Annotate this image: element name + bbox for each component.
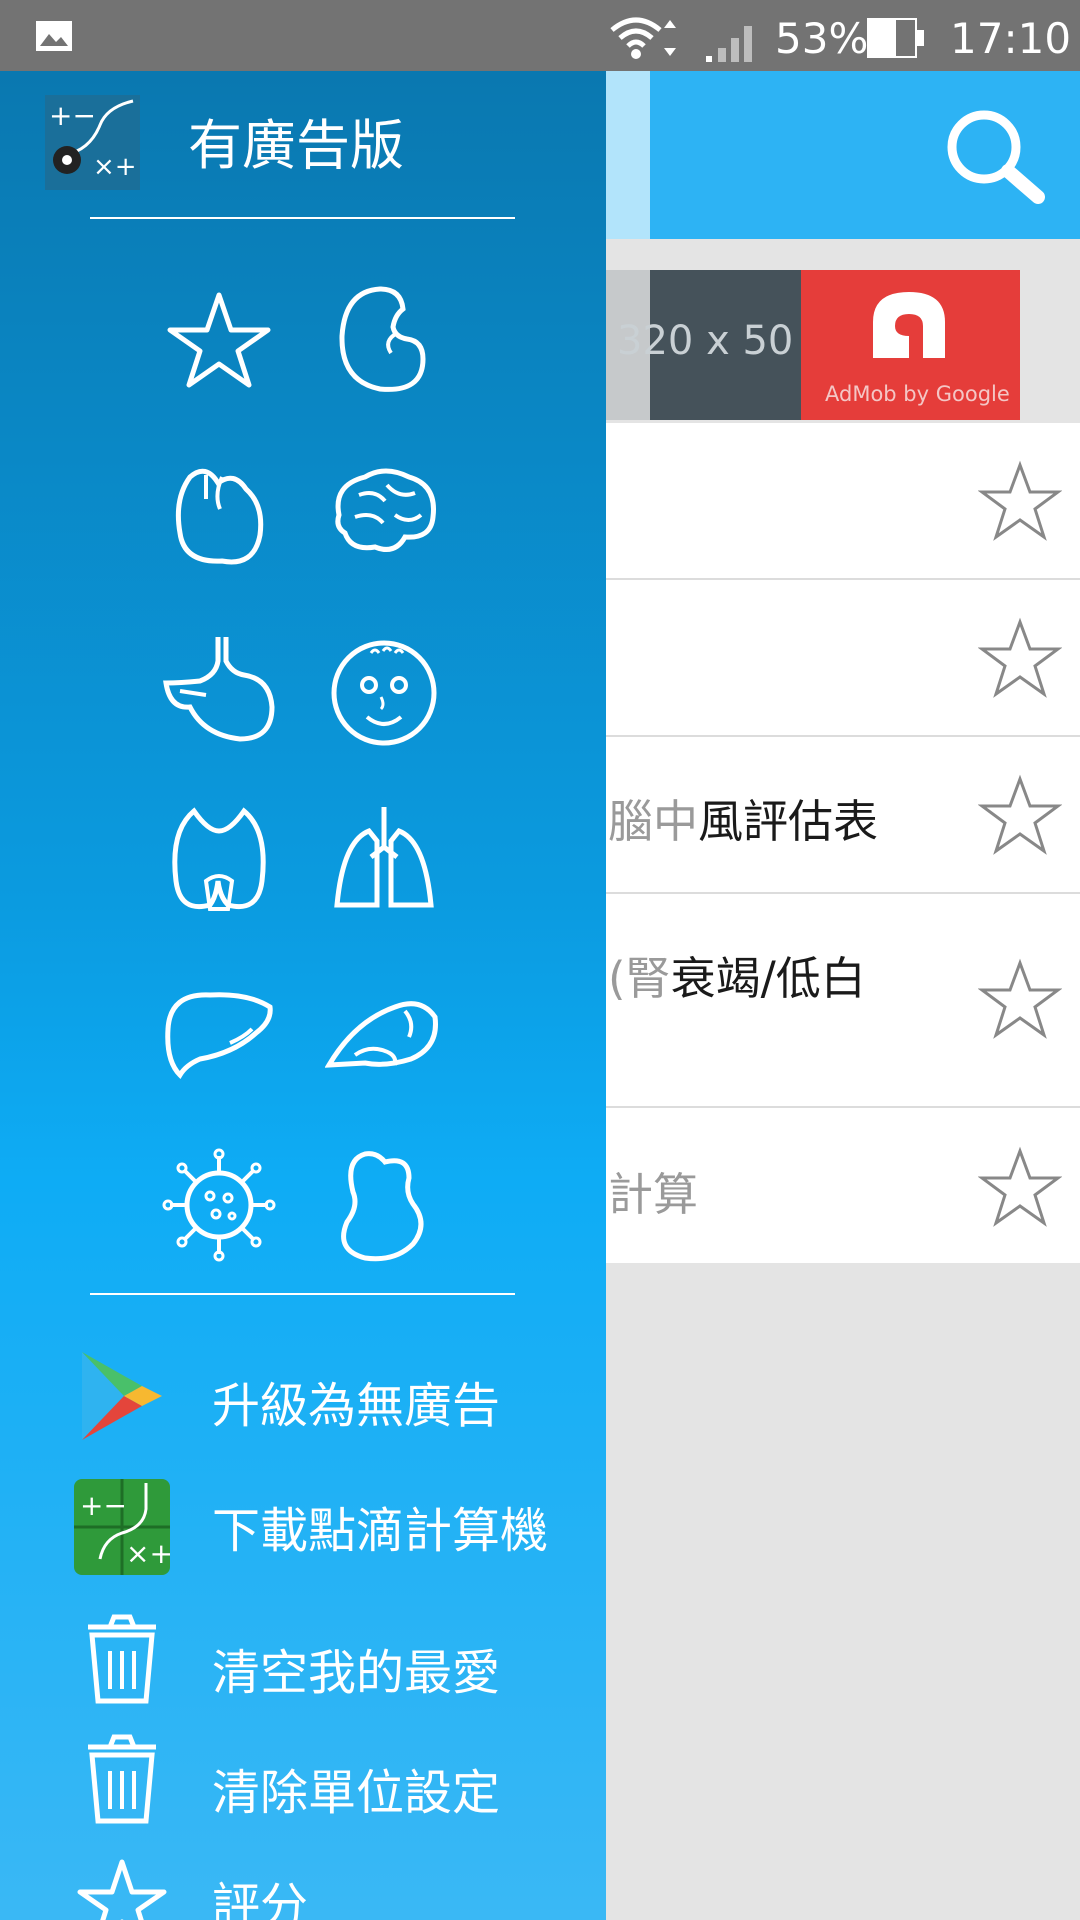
favorite-star-icon[interactable]	[978, 460, 1062, 542]
menu-item-upgrade[interactable]: 升級為無廣告	[0, 1346, 606, 1456]
thyroid-icon[interactable]	[160, 801, 278, 919]
liver-icon[interactable]	[160, 971, 278, 1089]
app-title: 有廣告版	[188, 114, 404, 177]
item-list: 腦中風評估表 (腎衰竭/低白 計算	[600, 423, 1080, 1263]
favorite-star-icon[interactable]	[978, 1146, 1062, 1228]
ad-banner[interactable]: 320 x 50 AdMob by Google	[605, 270, 1020, 420]
status-bar: 53% 17:10	[0, 0, 1080, 71]
list-item[interactable]	[600, 423, 1080, 580]
virus-icon[interactable]	[160, 1146, 278, 1264]
search-icon	[947, 110, 1045, 204]
menu-item-rate[interactable]: 評分	[0, 1856, 606, 1920]
favorites-star-icon[interactable]	[160, 281, 278, 399]
search-button[interactable]	[940, 103, 1050, 213]
menu-item-clear-favorites[interactable]: 清空我的最愛	[0, 1611, 606, 1721]
gallery-icon	[35, 20, 73, 52]
list-item-title: 風評估表	[698, 795, 879, 848]
drawer-header: +− ×+ 有廣告版	[0, 71, 606, 221]
list-item[interactable]: (腎衰竭/低白	[600, 894, 1080, 1108]
svg-text:+−: +−	[49, 99, 96, 132]
lungs-icon[interactable]	[325, 801, 443, 919]
brain-icon[interactable]	[325, 455, 443, 573]
trash-icon	[74, 1611, 170, 1707]
menu-item-clear-unit-settings[interactable]: 清除單位設定	[0, 1731, 606, 1841]
baby-face-icon[interactable]	[325, 631, 443, 749]
admob-icon	[873, 292, 945, 358]
clock: 17:10	[950, 14, 1072, 63]
star-icon	[74, 1856, 170, 1920]
pancreas-icon[interactable]	[325, 971, 443, 1089]
menu-label: 評分	[212, 1878, 309, 1920]
menu-item-download-drip-calculator[interactable]: +− ×+ 下載點滴計算機	[0, 1473, 606, 1583]
battery-percent: 53%	[775, 14, 869, 63]
stomach-icon[interactable]	[160, 631, 278, 749]
list-item-title: 衰竭/低白	[670, 952, 866, 1005]
trash-icon	[74, 1731, 170, 1827]
svg-text:×+: ×+	[126, 1537, 170, 1570]
favorite-star-icon[interactable]	[978, 617, 1062, 699]
menu-label: 清除單位設定	[212, 1765, 501, 1821]
favorite-star-icon[interactable]	[978, 774, 1062, 856]
app-logo-icon: +− ×+	[45, 95, 140, 190]
kidney-icon[interactable]	[325, 281, 443, 399]
menu-label: 清空我的最愛	[212, 1645, 501, 1701]
list-item[interactable]: 計算	[600, 1108, 1080, 1261]
heart-icon[interactable]	[160, 455, 278, 573]
navigation-drawer: +− ×+ 有廣告版 升級為無廣告 +− ×+ 下載點滴計算機 清空我的最愛 清…	[0, 71, 606, 1920]
favorite-star-icon[interactable]	[978, 958, 1062, 1040]
svg-text:×+: ×+	[93, 152, 137, 182]
divider	[90, 217, 515, 219]
admob-logo: AdMob by Google	[801, 270, 1020, 420]
admob-brand: AdMob by Google	[825, 382, 1010, 406]
battery-icon	[867, 18, 925, 58]
wifi-icon	[608, 14, 678, 64]
list-item[interactable]: 腦中風評估表	[600, 737, 1080, 894]
signal-icon	[704, 18, 762, 64]
menu-label: 升級為無廣告	[212, 1378, 501, 1434]
uterus-icon[interactable]	[325, 1146, 443, 1264]
drip-calculator-icon: +− ×+	[74, 1479, 170, 1575]
svg-text:+−: +−	[80, 1489, 127, 1522]
divider	[90, 1293, 515, 1295]
play-store-icon	[74, 1348, 170, 1444]
list-item[interactable]	[600, 580, 1080, 737]
menu-label: 下載點滴計算機	[212, 1503, 549, 1559]
ad-size-text: 320 x 50	[617, 318, 794, 364]
